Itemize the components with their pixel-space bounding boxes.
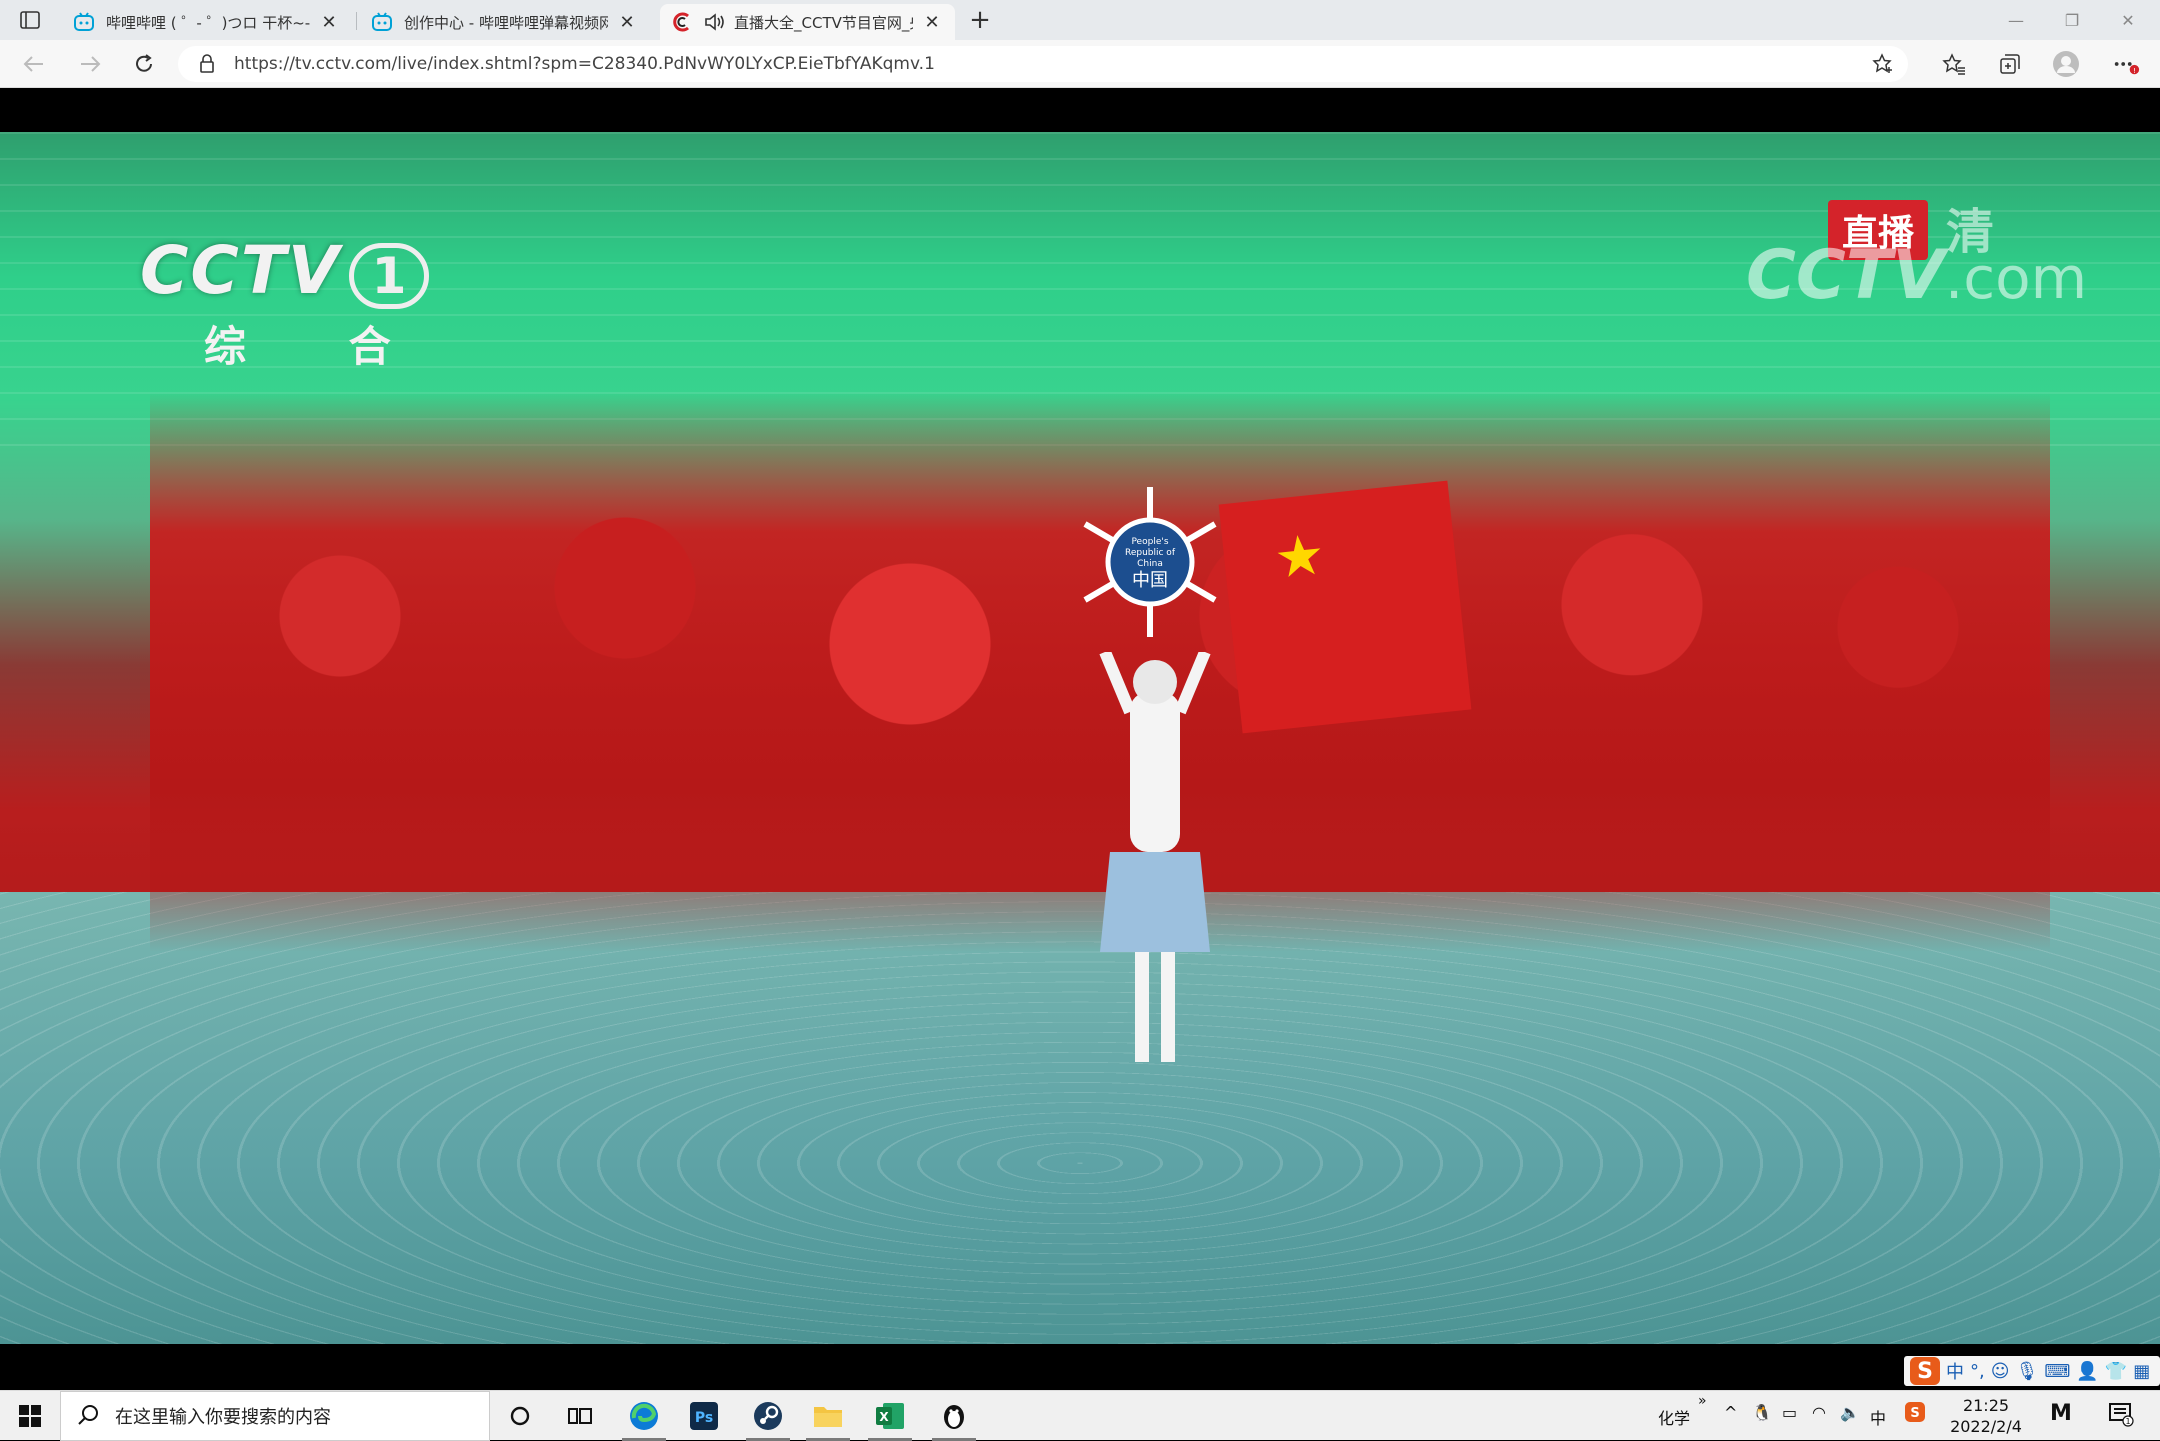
edge-taskbar-icon[interactable]	[616, 1391, 672, 1441]
tab-bilibili-creator[interactable]: 创作中心 - 哔哩哔哩弹幕视频网 ✕	[360, 4, 650, 40]
emoji-icon[interactable]: ☺	[1991, 1361, 2010, 1382]
sogou-ime-icon[interactable]: S	[1910, 1357, 1940, 1385]
chevron-up-icon[interactable]: ^	[1724, 1403, 1737, 1422]
app-tray-icon[interactable]: M	[2050, 1401, 2072, 1426]
windows-taskbar: 在这里输入你要搜索的内容 Ps X 化学 » ^ 🐧 ▭ ◠ 🔈 中 S 21:…	[0, 1390, 2160, 1441]
excel-icon[interactable]: X	[862, 1391, 918, 1441]
sign-text: Republic of	[1125, 548, 1176, 558]
ime-mode[interactable]: 中	[1946, 1358, 1964, 1384]
user-icon[interactable]: 👤	[2076, 1361, 2098, 1382]
skin-icon[interactable]: 👕	[2105, 1361, 2127, 1382]
tab-separator	[356, 12, 357, 30]
sogou-tray-icon[interactable]: S	[1904, 1401, 1926, 1427]
volume-icon[interactable]: 🔈	[1840, 1403, 1860, 1422]
collections-icon[interactable]	[1996, 50, 2024, 78]
mic-icon[interactable]: 🎙	[2016, 1361, 2039, 1382]
grid-icon[interactable]: ▦	[2133, 1361, 2150, 1382]
notification-badge: !	[2133, 66, 2136, 75]
system-clock[interactable]: 21:25 2022/2/4	[1946, 1395, 2026, 1437]
restore-icon[interactable]: ❐	[2044, 0, 2100, 40]
taskbar-search-input[interactable]: 在这里输入你要搜索的内容	[60, 1391, 490, 1441]
ime-punct[interactable]: °,	[1970, 1361, 1985, 1382]
search-placeholder: 在这里输入你要搜索的内容	[115, 1407, 331, 1428]
add-favorite-icon[interactable]	[1872, 53, 1894, 75]
cortana-icon[interactable]	[492, 1391, 548, 1441]
channel-name: 综 合	[204, 322, 435, 371]
new-tab-button[interactable]: +	[964, 5, 996, 35]
china-flag: ★	[1218, 480, 1472, 734]
tab-cctv-live[interactable]: 直播大全_CCTV节目官网_央视网 ✕	[660, 4, 955, 40]
channel-logo-text: CCTV	[140, 232, 341, 309]
svg-text:Ps: Ps	[695, 1410, 713, 1426]
browser-toolbar: https://tv.cctv.com/live/index.shtml?spm…	[0, 40, 2160, 88]
notification-count: 1	[2125, 1417, 2130, 1426]
favorites-icon[interactable]	[1940, 50, 1968, 78]
cctv-com-watermark: CCTV.com 清	[1746, 204, 2087, 315]
speaker-icon[interactable]	[704, 12, 724, 32]
tab-actions-icon[interactable]	[14, 8, 46, 32]
minimize-icon[interactable]: —	[1988, 0, 2044, 40]
tray-label[interactable]: 化学	[1658, 1405, 1690, 1429]
input-lang[interactable]: 中	[1870, 1405, 1886, 1429]
sign-text: China	[1137, 559, 1163, 569]
refresh-icon[interactable]	[126, 48, 162, 80]
snowflake-placard: People's Republic of China 中国	[1083, 487, 1217, 637]
tab-title: 直播大全_CCTV节目官网_央视网	[734, 13, 913, 32]
tray-more[interactable]: »	[1698, 1393, 1707, 1409]
lock-icon[interactable]	[196, 53, 218, 75]
page-content: ★ People's Republic of China 中国 CCTV 1 综…	[0, 88, 2160, 1390]
battery-icon[interactable]: ▭	[1782, 1403, 1797, 1422]
star-icon: ★	[1271, 522, 1328, 592]
tab-title: 创作中心 - 哔哩哔哩弹幕视频网	[404, 13, 608, 32]
wifi-icon[interactable]: ◠	[1812, 1403, 1826, 1422]
search-icon	[77, 1404, 101, 1428]
placard-bearer	[1099, 652, 1211, 1062]
svg-text:S: S	[1910, 1406, 1919, 1421]
bilibili-icon	[372, 12, 392, 32]
windows-start-icon[interactable]	[0, 1391, 60, 1441]
close-icon[interactable]: ✕	[921, 11, 943, 33]
profile-avatar-icon[interactable]	[2052, 50, 2080, 78]
cctv1-channel-logo: CCTV 1 综 合	[140, 232, 435, 374]
settings-more-icon[interactable]: !	[2112, 50, 2140, 78]
file-explorer-icon[interactable]	[800, 1391, 856, 1441]
svg-text:X: X	[879, 1410, 889, 1424]
notification-center-icon[interactable]: 1	[2108, 1401, 2134, 1431]
clock-date: 2022/2/4	[1950, 1417, 2022, 1436]
sign-text-cn: 中国	[1132, 570, 1168, 591]
clock-time: 21:25	[1962, 1396, 2010, 1415]
watermark-main: CCTV	[1746, 236, 1945, 315]
stage-floor	[0, 892, 2160, 1344]
tab-strip: 哔哩哔哩 ( ゜- ゜)つロ 干杯~-bilibili ✕ 创作中心 - 哔哩哔…	[0, 0, 2160, 40]
app-penguin-icon[interactable]	[926, 1391, 982, 1441]
cctv-icon	[672, 12, 692, 32]
tab-bilibili-home[interactable]: 哔哩哔哩 ( ゜- ゜)つロ 干杯~-bilibili ✕	[62, 4, 352, 40]
url-text: https://tv.cctv.com/live/index.shtml?spm…	[234, 54, 935, 74]
watermark-char: 清	[1946, 204, 1995, 260]
live-video-player[interactable]: ★ People's Republic of China 中国 CCTV 1 综…	[0, 132, 2160, 1344]
qq-icon[interactable]: 🐧	[1752, 1403, 1772, 1422]
tab-title: 哔哩哔哩 ( ゜- ゜)つロ 干杯~-bilibili	[106, 13, 310, 32]
forward-icon[interactable]	[72, 48, 108, 80]
steam-icon[interactable]	[740, 1391, 796, 1441]
bilibili-icon	[74, 12, 94, 32]
photoshop-icon[interactable]: Ps	[676, 1391, 732, 1441]
channel-number: 1	[348, 243, 429, 309]
close-icon[interactable]: ✕	[616, 11, 638, 33]
ime-toolbar: S 中 °, ☺ 🎙 ⌨ 👤 👕 ▦	[1904, 1356, 2160, 1386]
task-view-icon[interactable]	[552, 1391, 608, 1441]
close-icon[interactable]: ✕	[318, 11, 340, 33]
keyboard-icon[interactable]: ⌨	[2044, 1361, 2070, 1382]
back-icon[interactable]	[16, 48, 52, 80]
sign-text: People's	[1131, 537, 1168, 547]
address-bar[interactable]: https://tv.cctv.com/live/index.shtml?spm…	[178, 46, 1908, 82]
close-window-icon[interactable]: ✕	[2100, 0, 2156, 40]
